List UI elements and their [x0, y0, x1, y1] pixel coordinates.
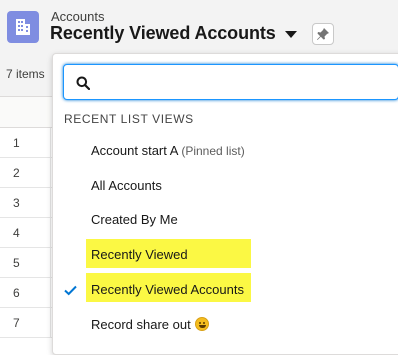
menu-item-all-accounts[interactable]: All Accounts	[53, 169, 398, 203]
menu-item-recently-viewed-accounts[interactable]: Recently Viewed Accounts	[53, 273, 398, 307]
menu-item-label-wrap: Record share out	[91, 317, 209, 332]
menu-item-label: Account start A	[91, 143, 178, 158]
row-number: 1	[13, 136, 20, 150]
row-number: 2	[13, 166, 20, 180]
column-divider	[50, 128, 51, 158]
column-divider	[50, 158, 51, 188]
column-divider	[50, 308, 51, 338]
search-input[interactable]	[98, 71, 392, 95]
list-view-search[interactable]	[63, 64, 398, 100]
page-header: Accounts Recently Viewed Accounts	[0, 0, 398, 58]
section-heading: RECENT LIST VIEWS	[64, 112, 194, 126]
search-icon	[76, 76, 90, 90]
menu-item-recently-viewed[interactable]: Recently Viewed	[53, 238, 398, 272]
list-view-title[interactable]: Recently Viewed Accounts	[50, 23, 276, 44]
grinning-face-icon	[194, 317, 209, 331]
menu-item-created-by-me[interactable]: Created By Me	[53, 203, 398, 237]
column-divider	[50, 248, 51, 278]
pin-icon	[317, 28, 329, 40]
object-name: Accounts	[51, 9, 105, 24]
menu-item-label: Recently Viewed	[91, 247, 188, 262]
column-divider	[50, 218, 51, 248]
menu-item-label: All Accounts	[91, 178, 162, 193]
menu-item-label: Recently Viewed Accounts	[91, 282, 244, 297]
menu-item-record-share-out[interactable]: Record share out	[53, 308, 398, 342]
menu-item-label: Created By Me	[91, 212, 178, 227]
menu-item-label-wrap: Account start A (Pinned list)	[91, 143, 245, 158]
menu-item-label: Record share out	[91, 317, 191, 332]
accounts-building-icon	[7, 11, 39, 43]
row-number: 4	[13, 226, 20, 240]
pinned-list-tag: (Pinned list)	[181, 144, 245, 158]
row-number: 6	[13, 286, 20, 300]
list-view-dropdown: RECENT LIST VIEWS Account start A (Pinne…	[52, 53, 398, 355]
menu-item-account-start-a[interactable]: Account start A (Pinned list)	[53, 134, 398, 168]
pin-list-view-button[interactable]	[312, 23, 334, 45]
row-number: 3	[13, 196, 20, 210]
chevron-down-icon[interactable]	[285, 31, 297, 38]
row-number: 5	[13, 256, 20, 270]
item-count: 7 items	[6, 67, 45, 81]
check-icon	[64, 285, 77, 296]
column-divider	[50, 278, 51, 308]
column-divider	[50, 188, 51, 218]
row-number: 7	[13, 316, 20, 330]
